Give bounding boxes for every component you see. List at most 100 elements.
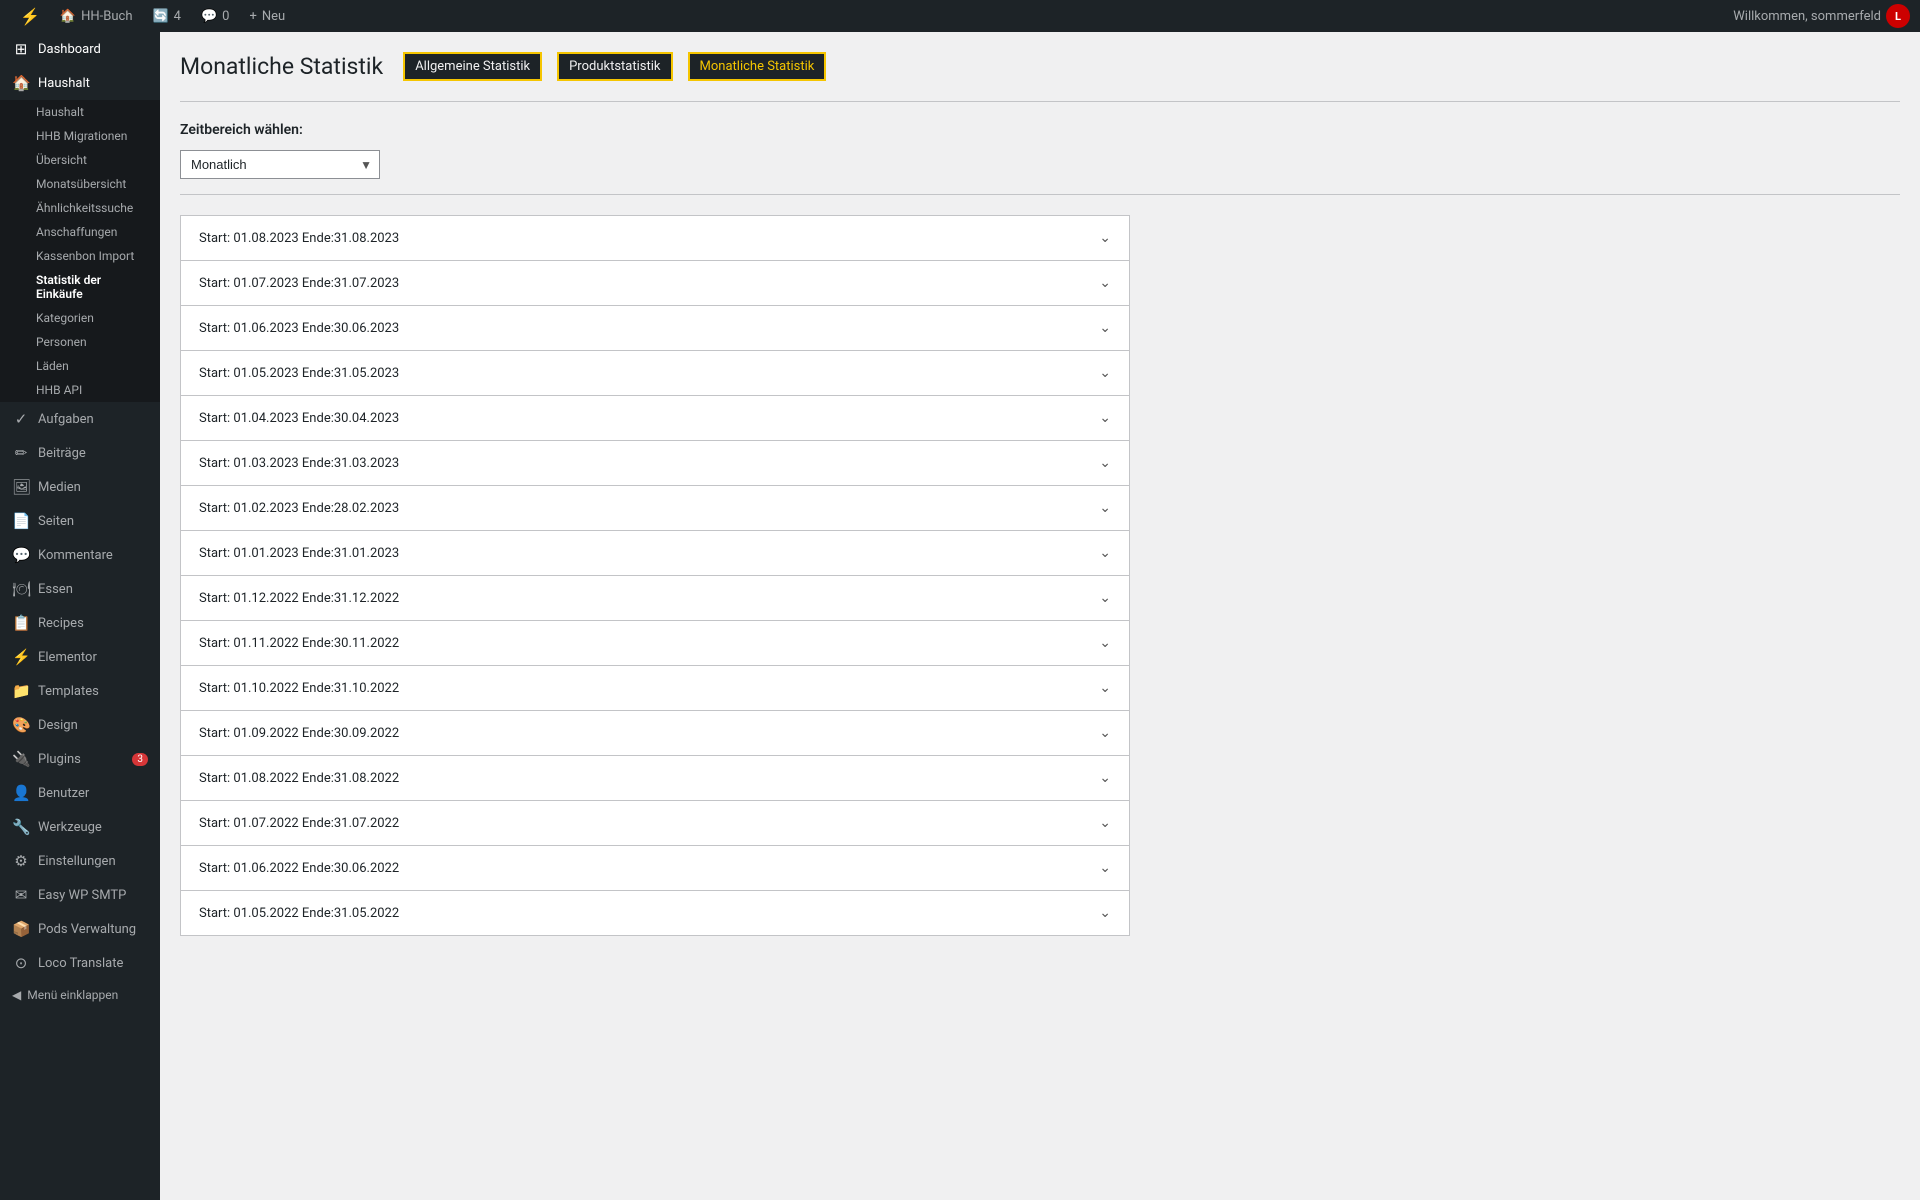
period-select-wrap: Monatlich Jährlich Wöchentlich ▼ [180,150,380,179]
sidebar-item-kommentare[interactable]: 💬 Kommentare [0,538,160,572]
sidebar-item-design[interactable]: 🎨 Design [0,708,160,742]
submenu-hhb-api[interactable]: HHB API [0,378,160,402]
chevron-down-icon: ⌄ [1099,815,1111,831]
sidebar-item-dashboard[interactable]: ⊞ Dashboard [0,32,160,66]
accordion-item[interactable]: Start: 01.06.2023 Ende:30.06.2023 ⌄ [180,305,1130,351]
comments-item[interactable]: 💬 0 [191,0,240,32]
accordion-item[interactable]: Start: 01.03.2023 Ende:31.03.2023 ⌄ [180,440,1130,486]
submenu-hhb-migrationen[interactable]: HHB Migrationen [0,124,160,148]
accordion-item[interactable]: Start: 01.08.2022 Ende:31.08.2022 ⌄ [180,755,1130,801]
sidebar-label-design: Design [38,718,78,733]
sidebar-item-werkzeuge[interactable]: 🔧 Werkzeuge [0,810,160,844]
plugins-badge: 3 [132,753,148,766]
accordion-item[interactable]: Start: 01.01.2023 Ende:31.01.2023 ⌄ [180,530,1130,576]
accordion-item[interactable]: Start: 01.04.2023 Ende:30.04.2023 ⌄ [180,395,1130,441]
plus-icon: + [249,9,256,24]
chevron-down-icon: ⌄ [1099,455,1111,471]
essen-icon: 🍽 [12,580,30,598]
sidebar-item-loco[interactable]: ⊙ Loco Translate [0,946,160,980]
sidebar-item-haushalt[interactable]: 🏠 Haushalt [0,66,160,100]
sidebar-label-werkzeuge: Werkzeuge [38,820,102,835]
sidebar-item-beitraege[interactable]: ✏ Beiträge [0,436,160,470]
sidebar-item-seiten[interactable]: 📄 Seiten [0,504,160,538]
site-name-item[interactable]: 🏠 HH-Buch [50,0,143,32]
haushalt-icon: 🏠 [12,74,30,92]
pods-icon: 📦 [12,920,30,938]
elementor-icon: ⚡ [12,648,30,666]
sidebar-label-aufgaben: Aufgaben [38,412,94,427]
avatar-initials: L [1895,10,1901,23]
accordion-label: Start: 01.06.2023 Ende:30.06.2023 [199,321,399,336]
haushalt-submenu: Haushalt HHB Migrationen Übersicht Monat… [0,100,160,402]
submenu-ubersicht[interactable]: Übersicht [0,148,160,172]
accordion-item[interactable]: Start: 01.09.2022 Ende:30.09.2022 ⌄ [180,710,1130,756]
sidebar-label-pods: Pods Verwaltung [38,922,136,937]
accordion-item[interactable]: Start: 01.12.2022 Ende:31.12.2022 ⌄ [180,575,1130,621]
time-section: Zeitbereich wählen: Monatlich Jährlich W… [180,122,1900,179]
submenu-laden[interactable]: Läden [0,354,160,378]
header-separator [180,101,1900,102]
sidebar-item-aufgaben[interactable]: ✓ Aufgaben [0,402,160,436]
sidebar-item-plugins[interactable]: 🔌 Plugins 3 [0,742,160,776]
sidebar-item-templates[interactable]: 📁 Templates [0,674,160,708]
wp-logo[interactable]: ⚡ [10,0,50,32]
site-name: HH-Buch [81,9,132,24]
sidebar-label-loco: Loco Translate [38,956,123,971]
werkzeuge-icon: 🔧 [12,818,30,836]
submenu-monatsübersicht[interactable]: Monatsübersicht [0,172,160,196]
accordion-item[interactable]: Start: 01.05.2023 Ende:31.05.2023 ⌄ [180,350,1130,396]
submenu-haushalt[interactable]: Haushalt [0,100,160,124]
sidebar-item-medien[interactable]: 🖼 Medien [0,470,160,504]
submenu-kategorien[interactable]: Kategorien [0,306,160,330]
sidebar-item-recipes[interactable]: 📋 Recipes [0,606,160,640]
accordion-item[interactable]: Start: 01.08.2023 Ende:31.08.2023 ⌄ [180,215,1130,261]
comments-count: 0 [222,9,229,24]
accordion-item[interactable]: Start: 01.06.2022 Ende:30.06.2022 ⌄ [180,845,1130,891]
wp-icon: ⚡ [20,7,40,26]
accordion-item[interactable]: Start: 01.05.2022 Ende:31.05.2022 ⌄ [180,890,1130,936]
accordion-item[interactable]: Start: 01.07.2022 Ende:31.07.2022 ⌄ [180,800,1130,846]
accordion-item[interactable]: Start: 01.07.2023 Ende:31.07.2023 ⌄ [180,260,1130,306]
comments-icon: 💬 [201,9,217,24]
submenu-personen[interactable]: Personen [0,330,160,354]
accordion-label: Start: 01.10.2022 Ende:31.10.2022 [199,681,399,696]
chevron-down-icon: ⌄ [1099,590,1111,606]
accordion-label: Start: 01.12.2022 Ende:31.12.2022 [199,591,399,606]
updates-item[interactable]: 🔄 4 [142,0,191,32]
submenu-ähnlichkeitssuche[interactable]: Ähnlichkeitssuche [0,196,160,220]
sidebar-item-elementor[interactable]: ⚡ Elementor [0,640,160,674]
sidebar-item-essen[interactable]: 🍽 Essen [0,572,160,606]
new-content-item[interactable]: + Neu [239,0,295,32]
sidebar-item-benutzer[interactable]: 👤 Benutzer [0,776,160,810]
submenu-statistik[interactable]: Statistik der Einkäufe [0,268,160,306]
kommentare-icon: 💬 [12,546,30,564]
accordion-item[interactable]: Start: 01.02.2023 Ende:28.02.2023 ⌄ [180,485,1130,531]
templates-icon: 📁 [12,682,30,700]
period-select[interactable]: Monatlich Jährlich Wöchentlich [180,150,380,179]
chevron-down-icon: ⌄ [1099,905,1111,921]
accordion-item[interactable]: Start: 01.10.2022 Ende:31.10.2022 ⌄ [180,665,1130,711]
sidebar-label-benutzer: Benutzer [38,786,89,801]
smtp-icon: ✉ [12,886,30,904]
sidebar-item-easy-wp-smtp[interactable]: ✉ Easy WP SMTP [0,878,160,912]
chevron-down-icon: ⌄ [1099,635,1111,651]
dashboard-icon: ⊞ [12,40,30,58]
avatar[interactable]: L [1886,4,1910,28]
accordion-item[interactable]: Start: 01.11.2022 Ende:30.11.2022 ⌄ [180,620,1130,666]
tab-produktstatistik[interactable]: Produktstatistik [557,52,672,81]
menu-collapse-button[interactable]: ◀ Menü einklappen [0,980,160,1010]
submenu-kassenbon[interactable]: Kassenbon Import [0,244,160,268]
sidebar-item-einstellungen[interactable]: ⚙ Einstellungen [0,844,160,878]
submenu-anschaffungen[interactable]: Anschaffungen [0,220,160,244]
seiten-icon: 📄 [12,512,30,530]
page-title: Monatliche Statistik [180,53,383,80]
sidebar-item-pods[interactable]: 📦 Pods Verwaltung [0,912,160,946]
collapse-label: Menü einklappen [27,988,118,1002]
accordion-list: Start: 01.08.2023 Ende:31.08.2023 ⌄ Star… [180,215,1130,936]
updates-icon: 🔄 [152,9,168,24]
plugins-icon: 🔌 [12,750,30,768]
sidebar-label-dashboard: Dashboard [38,42,101,57]
content-separator [180,194,1900,195]
tab-monatliche-statistik[interactable]: Monatliche Statistik [688,52,827,81]
tab-allgemeine-statistik[interactable]: Allgemeine Statistik [403,52,542,81]
